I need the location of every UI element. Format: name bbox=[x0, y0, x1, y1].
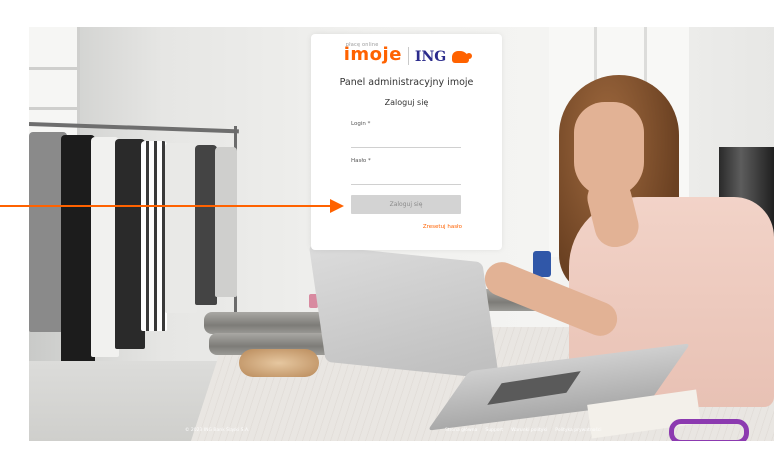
login-heading: Zaloguj się bbox=[384, 98, 429, 107]
footer-links: Strona główna Support Warunki polityki P… bbox=[445, 428, 602, 433]
login-label: Login * bbox=[351, 121, 371, 127]
footer-link-terms[interactable]: Warunki polityki bbox=[511, 428, 547, 433]
login-input[interactable] bbox=[351, 130, 461, 148]
footer-link-support[interactable]: Support bbox=[485, 428, 503, 433]
laptop bbox=[308, 244, 500, 380]
password-input[interactable] bbox=[351, 167, 461, 185]
page-title: Panel administracyjny imoje bbox=[339, 77, 474, 88]
login-card: płacę online imoje ING Panel administrac… bbox=[311, 34, 502, 250]
reset-password-link[interactable]: Zresetuj hasło bbox=[423, 224, 462, 230]
ing-logo: ING bbox=[414, 49, 447, 65]
login-button[interactable]: Zaloguj się bbox=[351, 195, 461, 214]
ing-lion-icon bbox=[452, 51, 473, 63]
footer-link-privacy[interactable]: Polityka prywatności bbox=[555, 428, 601, 433]
logo-divider bbox=[407, 47, 409, 65]
scissors bbox=[669, 419, 749, 441]
brand-logo: płacę online imoje ING bbox=[311, 42, 502, 68]
footer-link-home[interactable]: Strona główna bbox=[445, 428, 477, 433]
footer-copyright: © 2023 ING Bank Śląski S.A. bbox=[185, 428, 250, 433]
password-label: Hasło * bbox=[351, 158, 371, 164]
brand-tagline: płacę online bbox=[345, 42, 379, 48]
arrow-right-icon bbox=[330, 199, 344, 213]
arrow-annotation bbox=[0, 205, 332, 207]
